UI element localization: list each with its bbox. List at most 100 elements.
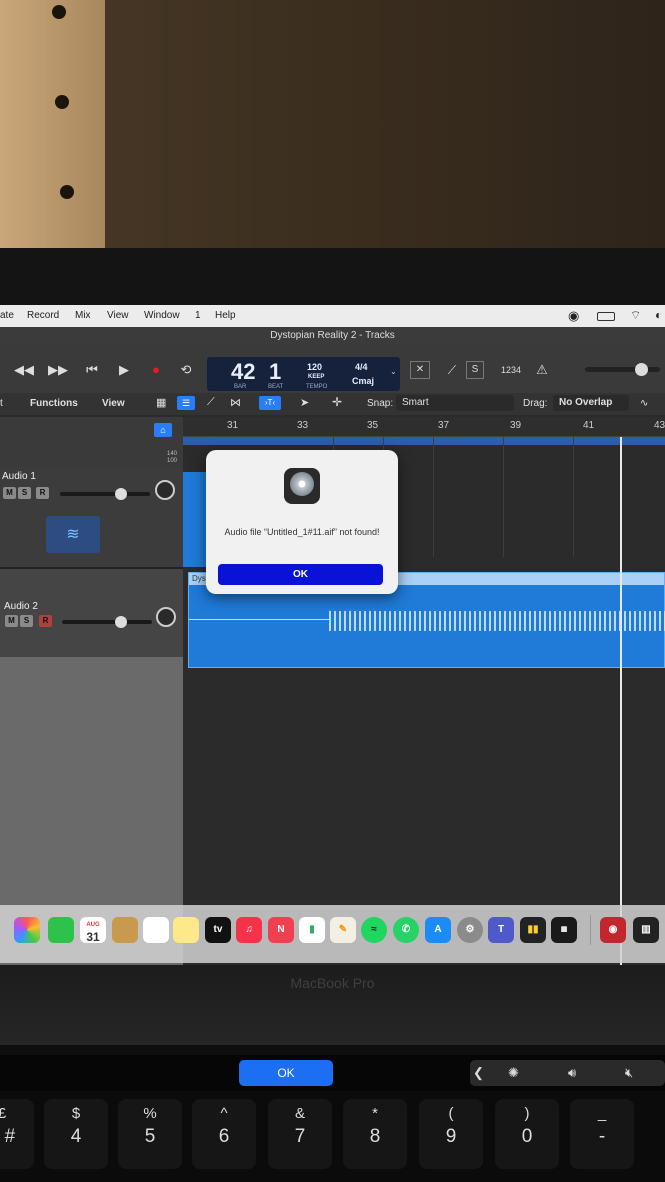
recorder-icon[interactable]: ◉ bbox=[600, 917, 626, 943]
drag-select[interactable]: No Overlap bbox=[553, 395, 629, 411]
list-view-icon[interactable]: ☰ bbox=[177, 396, 195, 410]
apple-tv-icon[interactable]: tv bbox=[205, 917, 231, 943]
lcd-tempo: 120 bbox=[307, 362, 323, 372]
menu-item[interactable]: ate bbox=[0, 310, 14, 321]
key-3[interactable]: £3 # bbox=[0, 1099, 34, 1169]
user-icon[interactable]: ◐ bbox=[655, 308, 662, 322]
battery-icon[interactable] bbox=[597, 312, 615, 321]
volume-fader[interactable] bbox=[60, 488, 150, 500]
replace-icon[interactable]: ✕ bbox=[410, 361, 430, 379]
key-7[interactable]: & 7 bbox=[268, 1099, 332, 1169]
lcd-tempo-label: TEMPO bbox=[306, 384, 328, 390]
app-store-icon[interactable]: A bbox=[425, 917, 451, 943]
facetime-icon[interactable] bbox=[48, 917, 74, 943]
count-in-button[interactable]: 1234 bbox=[496, 359, 526, 381]
menu-help[interactable]: Help bbox=[215, 310, 236, 321]
key-shift-label: £ bbox=[0, 1105, 7, 1122]
mute-icon[interactable]: 🔇︎ bbox=[625, 1065, 633, 1081]
solo-mode-icon[interactable]: S bbox=[466, 361, 484, 379]
key-5[interactable]: % 5 bbox=[118, 1099, 182, 1169]
reminders-icon[interactable] bbox=[143, 917, 169, 943]
catch-playhead-icon[interactable]: ›T‹ bbox=[259, 396, 281, 410]
menu-mix[interactable]: Mix bbox=[75, 310, 91, 321]
pan-knob[interactable] bbox=[156, 607, 176, 627]
music-icon[interactable]: ♫ bbox=[236, 917, 262, 943]
whatsapp-icon[interactable]: ✆ bbox=[393, 917, 419, 943]
play-button[interactable]: ▶ bbox=[110, 359, 138, 381]
key-6[interactable]: ^ 6 bbox=[192, 1099, 256, 1169]
key-minus[interactable]: _ - bbox=[570, 1099, 634, 1169]
volume-icon[interactable]: 🔊︎ bbox=[568, 1065, 576, 1081]
cycle-button[interactable]: ⟲ bbox=[172, 359, 200, 381]
view-menu[interactable]: View bbox=[102, 398, 125, 409]
photos-icon[interactable] bbox=[14, 917, 40, 943]
brightness-icon[interactable]: ✺ bbox=[508, 1065, 519, 1081]
edit-menu[interactable]: t bbox=[0, 398, 3, 409]
master-volume-slider[interactable] bbox=[585, 363, 660, 376]
chevron-down-icon[interactable]: ⌄ bbox=[390, 367, 397, 376]
key-0[interactable]: ) 0 bbox=[495, 1099, 559, 1169]
master-volume-knob[interactable] bbox=[635, 363, 648, 376]
marquee-tool-icon[interactable]: ✛ bbox=[332, 395, 342, 409]
pointer-tool-icon[interactable]: ➤ bbox=[300, 396, 309, 409]
mute-button[interactable]: M bbox=[3, 487, 16, 499]
piano-icon[interactable]: ▥ bbox=[633, 917, 659, 943]
control-center-icon[interactable]: ◉ bbox=[568, 308, 579, 324]
wifi-icon[interactable]: ⌔ bbox=[630, 308, 641, 323]
news-icon[interactable]: N bbox=[268, 917, 294, 943]
numbers-icon[interactable]: ▮ bbox=[299, 917, 325, 943]
solo-button[interactable]: S bbox=[18, 487, 31, 499]
background-door bbox=[0, 0, 105, 250]
track-name[interactable]: Audio 2 bbox=[4, 601, 38, 612]
track-header-audio-1[interactable]: Audio 1 M S R ≋ bbox=[0, 467, 183, 567]
touchbar-ok-button[interactable]: OK bbox=[239, 1060, 333, 1086]
app-icon[interactable]: ▦ bbox=[551, 917, 577, 943]
key-9[interactable]: (9 bbox=[419, 1099, 483, 1169]
spotify-icon[interactable]: ≈ bbox=[361, 917, 387, 943]
calendar-icon[interactable]: AUG 31 bbox=[80, 917, 106, 943]
key-8[interactable]: * 8 bbox=[343, 1099, 407, 1169]
track-name[interactable]: Audio 1 bbox=[2, 471, 36, 482]
teams-icon[interactable]: T bbox=[488, 917, 514, 943]
waveform-zoom-icon[interactable]: ∿ bbox=[640, 398, 648, 409]
record-button[interactable]: ● bbox=[142, 359, 170, 381]
pages-icon[interactable]: ✎ bbox=[330, 917, 356, 943]
menu-view[interactable]: View bbox=[107, 310, 129, 321]
key-shift-label: ^ bbox=[220, 1105, 228, 1122]
cycle-range[interactable] bbox=[183, 437, 665, 445]
chevron-left-icon[interactable]: ❮ bbox=[473, 1065, 484, 1081]
solo-button[interactable]: S bbox=[20, 615, 33, 627]
snap-select[interactable]: Smart bbox=[396, 395, 514, 411]
rewind-button[interactable]: ◀◀ bbox=[10, 359, 38, 381]
tuner-icon[interactable]: ⟋ bbox=[438, 359, 466, 381]
grid-view-icon[interactable]: ▦ bbox=[156, 396, 166, 409]
automation-icon[interactable]: ⟋ bbox=[207, 396, 215, 409]
metronome-icon[interactable]: ⚠ bbox=[528, 359, 556, 381]
menu-record[interactable]: Record bbox=[27, 310, 59, 321]
menu-window[interactable]: Window bbox=[144, 310, 180, 321]
menu-1[interactable]: 1 bbox=[195, 310, 201, 321]
track-header-audio-2[interactable]: Audio 2 M S R bbox=[0, 569, 183, 657]
fader-knob[interactable] bbox=[115, 616, 127, 628]
global-tracks-icon[interactable]: ⌂ bbox=[154, 423, 172, 437]
pan-knob[interactable] bbox=[155, 480, 175, 500]
record-enable-button[interactable]: R bbox=[36, 487, 49, 499]
system-preferences-icon[interactable]: ⚙ bbox=[457, 917, 483, 943]
mute-button[interactable]: M bbox=[5, 615, 18, 627]
ok-button[interactable]: OK bbox=[218, 564, 383, 585]
playhead[interactable] bbox=[620, 437, 622, 965]
fader-knob[interactable] bbox=[115, 488, 127, 500]
go-to-start-button[interactable]: ⏮ bbox=[78, 359, 106, 381]
key-label: 9 bbox=[445, 1126, 457, 1147]
functions-menu[interactable]: Functions bbox=[30, 398, 78, 409]
contacts-icon[interactable] bbox=[112, 917, 138, 943]
flex-icon[interactable]: ⋈ bbox=[230, 396, 241, 409]
record-enable-button[interactable]: R bbox=[39, 615, 52, 627]
lcd-display[interactable]: 42 1 BAR BEAT 120 KEEP TEMPO 4/4 Cmaj ⌄ bbox=[207, 357, 400, 391]
notes-icon[interactable] bbox=[173, 917, 199, 943]
bar-ruler[interactable]: 31 33 35 37 39 41 43 bbox=[183, 417, 665, 437]
logic-meter-icon[interactable]: ▮▮ bbox=[520, 917, 546, 943]
key-4[interactable]: $4 bbox=[44, 1099, 108, 1169]
volume-fader[interactable] bbox=[62, 616, 152, 628]
fast-forward-button[interactable]: ▶▶ bbox=[44, 359, 72, 381]
